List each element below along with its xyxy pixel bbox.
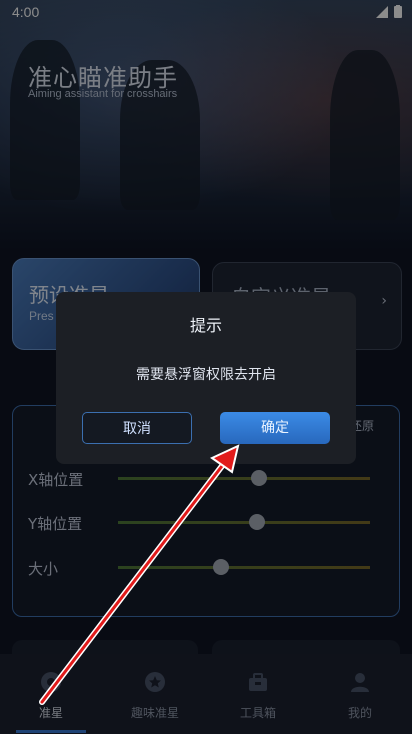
annotation-arrow (39, 444, 240, 705)
